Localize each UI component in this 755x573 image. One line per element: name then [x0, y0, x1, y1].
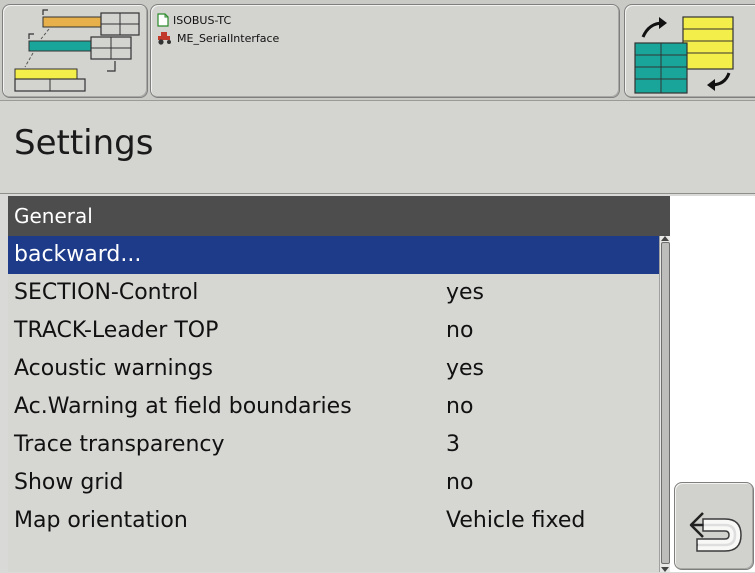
scroll-thumb[interactable]: [661, 242, 670, 564]
list-item[interactable]: TRACK-Leader TOP no: [8, 312, 670, 350]
list-item-label: Trace transparency: [14, 432, 225, 457]
list-item-value: 3: [446, 432, 460, 457]
list-item-label: SECTION-Control: [14, 280, 199, 305]
settings-list: General backward... SECTION-Control yes …: [8, 196, 670, 572]
machine-layout-icon: [14, 9, 140, 92]
list-item-value: no: [446, 318, 474, 343]
swap-layout-icon: [634, 16, 734, 94]
top-bar: ISOBUS-TC ME_SerialInterface: [0, 0, 755, 101]
list-item[interactable]: Show grid no: [8, 464, 670, 502]
list-item[interactable]: Ac.Warning at field boundaries no: [8, 388, 670, 426]
document-icon: [157, 13, 169, 27]
list-item[interactable]: SECTION-Control yes: [8, 274, 670, 312]
list-item-value: no: [446, 394, 474, 419]
list-item-label: Acoustic warnings: [14, 356, 214, 381]
back-button[interactable]: [674, 482, 754, 570]
status-line-isobus: ISOBUS-TC: [157, 13, 231, 27]
status-interface-text: ME_SerialInterface: [177, 31, 280, 45]
list-item-value: yes: [446, 280, 485, 305]
scroll-down-arrow-icon[interactable]: [661, 567, 669, 572]
list-item-label: backward...: [14, 242, 142, 267]
list-item[interactable]: Trace transparency 3: [8, 426, 670, 464]
back-arrow-icon: [689, 512, 742, 552]
title-band: Settings: [0, 101, 755, 194]
list-item[interactable]: Acoustic warnings yes: [8, 350, 670, 388]
list-item[interactable]: Map orientation Vehicle fixed: [8, 502, 670, 540]
list-item-value: yes: [446, 356, 485, 381]
page-title: Settings: [14, 123, 154, 163]
status-line-interface: ME_SerialInterface: [157, 31, 279, 45]
list-item[interactable]: backward...: [8, 236, 670, 274]
list-item-label: Show grid: [14, 470, 124, 495]
list-item-label: Map orientation: [14, 508, 188, 533]
swap-layout-button[interactable]: [624, 4, 755, 98]
list-scrollbar[interactable]: [659, 236, 670, 572]
tractor-icon: [158, 32, 171, 45]
list-item-label: TRACK-Leader TOP: [14, 318, 219, 343]
list-item-value: no: [446, 470, 474, 495]
status-isobus-text: ISOBUS-TC: [173, 13, 232, 27]
section-header-general: General: [8, 196, 670, 236]
status-panel: ISOBUS-TC ME_SerialInterface: [150, 4, 620, 98]
list-item-value: Vehicle fixed: [446, 508, 586, 533]
machine-layout-button[interactable]: [2, 4, 148, 98]
scroll-up-arrow-icon[interactable]: [661, 236, 669, 241]
list-item-label: Ac.Warning at field boundaries: [14, 394, 352, 419]
